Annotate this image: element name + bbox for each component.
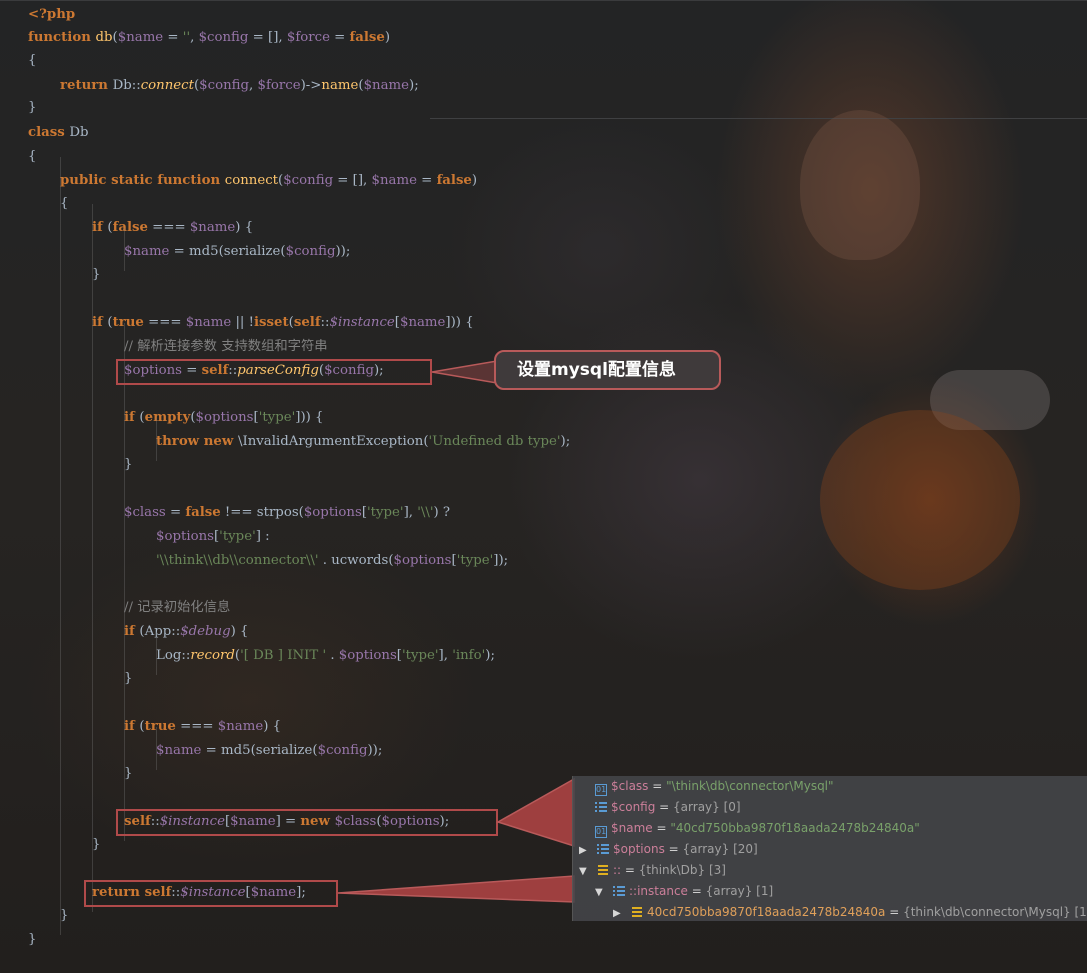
debug-variable-value: {array} [0] <box>673 800 741 814</box>
debug-variable-name: $class <box>611 779 649 793</box>
object-icon: 01 <box>595 826 607 838</box>
expand-arrow-icon[interactable]: ▶ <box>613 904 625 924</box>
array-icon <box>613 885 625 897</box>
array-icon <box>595 801 607 813</box>
debug-variable-value: {array} [1] <box>705 884 774 898</box>
debug-variable-value: "\think\db\connector\Mysql" <box>666 779 834 793</box>
debug-variable-row[interactable]: ▶ 40cd750bba9870f18aada2478b24840a = {thi… <box>613 902 1087 922</box>
debug-variable-value: {think\db\connector\Mysql} [16] <box>903 905 1087 919</box>
collapse-arrow-icon[interactable]: ▼ <box>579 862 591 882</box>
debug-variable-row[interactable]: $config = {array} [0] <box>595 797 741 817</box>
debug-equals: = <box>648 779 667 793</box>
debug-equals: = <box>652 821 671 835</box>
mysql-config-callout: 设置mysql配置信息 <box>494 350 721 390</box>
debug-variable-row[interactable]: ▼::instance = {array} [1] <box>595 881 773 901</box>
debug-variable-name: 40cd750bba9870f18aada2478b24840a <box>647 905 886 919</box>
debugger-variables-panel[interactable]: 01 $class = "\think\db\connector\Mysql" $c… <box>572 776 1087 921</box>
collapse-arrow-icon[interactable]: ▼ <box>595 883 607 903</box>
debug-equals: = <box>621 863 639 877</box>
debug-equals: = <box>885 905 904 919</box>
debug-variable-row[interactable]: 01 $class = "\think\db\connector\Mysql" <box>595 776 834 796</box>
debug-variable-row[interactable]: 01 $name = "40cd750bba9870f18aada2478b248… <box>595 818 920 838</box>
object-icon: 01 <box>595 784 607 796</box>
static-object-icon <box>631 906 643 918</box>
debug-variable-value: "40cd750bba9870f18aada2478b24840a" <box>670 821 920 835</box>
debug-variable-name: $name <box>611 821 653 835</box>
expand-arrow-icon[interactable]: ▶ <box>579 841 591 861</box>
debug-equals: = <box>687 884 706 898</box>
debug-variable-value: {think\Db} [3] <box>638 863 726 877</box>
debug-variable-name: $config <box>611 800 656 814</box>
debug-variable-row[interactable]: ▼:: = {think\Db} [3] <box>579 860 726 880</box>
debug-variable-value: {array} [20] <box>682 842 758 856</box>
debug-variable-name: ::instance <box>629 884 688 898</box>
debug-variable-row[interactable]: ▶ $options = {array} [20] <box>579 839 758 859</box>
debug-variable-name: :: <box>613 863 622 877</box>
debug-equals: = <box>664 842 683 856</box>
static-object-icon <box>597 864 609 876</box>
array-icon <box>597 843 609 855</box>
debug-equals: = <box>655 800 674 814</box>
debug-variable-name: $options <box>613 842 665 856</box>
